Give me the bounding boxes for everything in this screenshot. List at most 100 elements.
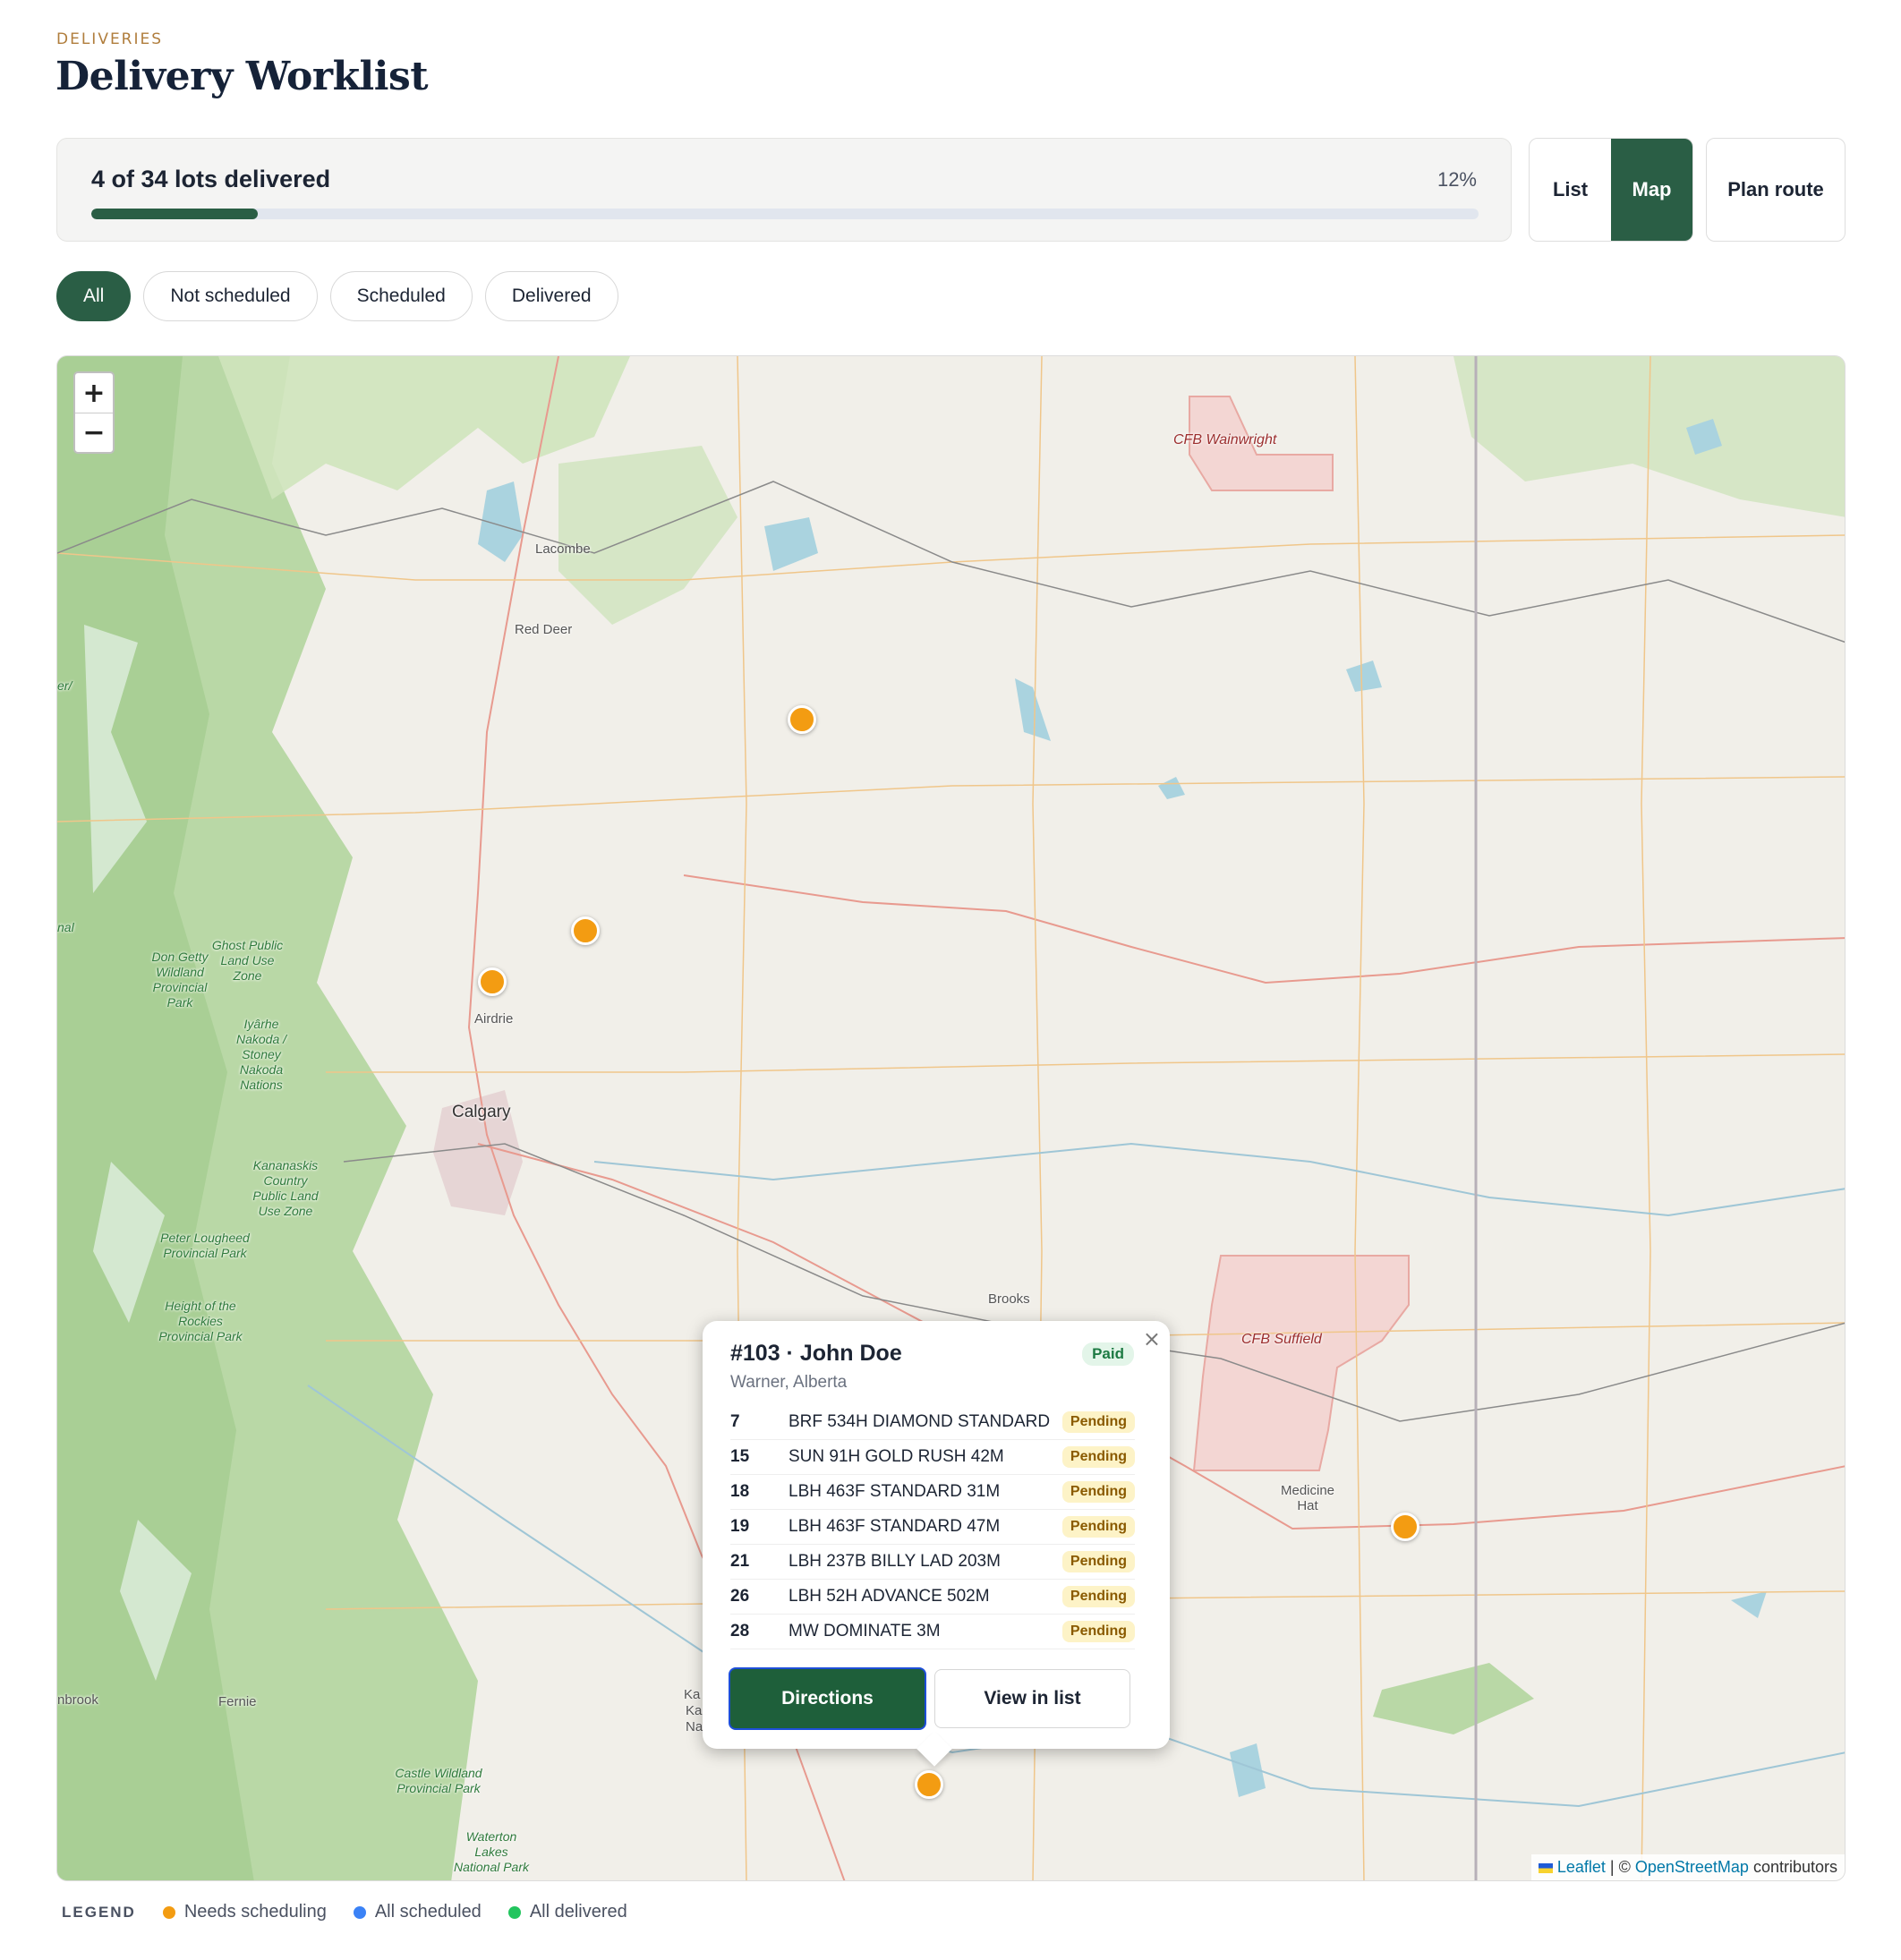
- place-label: Medicine Hat: [1281, 1483, 1335, 1513]
- legend-label: Needs scheduling: [183, 1902, 327, 1922]
- payment-badge: Paid: [1082, 1342, 1134, 1366]
- place-label: nal: [57, 920, 74, 934]
- place-label: Waterton Lakes National Park: [453, 1829, 530, 1874]
- lot-row: 26 LBH 52H ADVANCE 502M Pending: [730, 1580, 1135, 1615]
- place-label: Kananaskis Country Public Land Use Zone: [252, 1158, 319, 1218]
- lot-row: 28 MW DOMINATE 3M Pending: [730, 1615, 1135, 1649]
- lot-name: LBH 463F STANDARD 47M: [789, 1517, 1001, 1536]
- list-view-button[interactable]: List: [1530, 139, 1611, 241]
- lot-list: 7 BRF 534H DIAMOND STANDARD Pending 15 S…: [730, 1405, 1135, 1649]
- plan-route-button[interactable]: Plan route: [1706, 138, 1846, 242]
- status-badge: Pending: [1061, 1551, 1135, 1572]
- filter-all[interactable]: All: [56, 271, 132, 321]
- filter-not-scheduled[interactable]: Not scheduled: [143, 271, 318, 321]
- place-label: Brooks: [988, 1291, 1030, 1307]
- lot-row: 7 BRF 534H DIAMOND STANDARD Pending: [730, 1405, 1135, 1440]
- lot-name: SUN 91H GOLD RUSH 42M: [789, 1447, 1004, 1466]
- lot-number: 18: [730, 1482, 750, 1501]
- map-marker[interactable]: [571, 916, 600, 945]
- lot-name: LBH 237B BILLY LAD 203M: [789, 1552, 1001, 1571]
- place-label: Airdrie: [474, 1011, 514, 1027]
- map-popup: × #103 · John Doe Paid Warner, Alberta 7…: [703, 1321, 1170, 1767]
- lot-number: 19: [730, 1517, 750, 1536]
- green-dot-icon: [507, 1905, 521, 1919]
- eyebrow-label: DELIVERIES: [56, 30, 164, 48]
- lot-number: 28: [730, 1622, 750, 1640]
- legend-item: All delivered: [507, 1902, 627, 1922]
- view-in-list-button[interactable]: View in list: [934, 1669, 1130, 1728]
- legend-label: All delivered: [529, 1902, 627, 1922]
- directions-button[interactable]: Directions: [729, 1667, 926, 1730]
- popup-title: #103 · John Doe: [730, 1341, 902, 1366]
- lot-name: LBH 463F STANDARD 31M: [789, 1482, 1001, 1501]
- map-view-button[interactable]: Map: [1611, 139, 1692, 241]
- filter-chips: All Not scheduled Scheduled Delivered: [56, 271, 618, 321]
- status-badge: Pending: [1061, 1586, 1135, 1607]
- lot-number: 21: [730, 1552, 750, 1571]
- orange-dot-icon: [162, 1905, 175, 1919]
- progress-label: 4 of 34 lots delivered: [91, 166, 331, 192]
- lot-number: 26: [730, 1587, 750, 1606]
- close-icon[interactable]: ×: [1143, 1326, 1161, 1351]
- status-badge: Pending: [1061, 1516, 1135, 1538]
- place-label: Iyârhe Nakoda / Stoney Nakoda Nations: [235, 1017, 287, 1092]
- status-badge: Pending: [1061, 1411, 1135, 1433]
- lot-row: 19 LBH 463F STANDARD 47M Pending: [730, 1510, 1135, 1545]
- status-badge: Pending: [1061, 1481, 1135, 1503]
- leaflet-link[interactable]: Leaflet: [1557, 1858, 1606, 1876]
- place-label: Ka: [686, 1703, 703, 1718]
- view-toggle: List Map: [1529, 138, 1693, 242]
- filter-scheduled[interactable]: Scheduled: [329, 271, 473, 321]
- place-label: Castle Wildland Provincial Park: [395, 1766, 482, 1795]
- place-label: Lacombe: [535, 541, 591, 557]
- place-label: Red Deer: [515, 622, 573, 637]
- map-marker[interactable]: [915, 1770, 943, 1799]
- place-label: Ghost Public Land Use Zone: [211, 938, 284, 983]
- progress-card: 4 of 34 lots delivered 12%: [56, 138, 1512, 242]
- blue-dot-icon: [353, 1905, 366, 1919]
- zoom-control: + −: [73, 371, 115, 454]
- popup-location: Warner, Alberta: [730, 1373, 848, 1392]
- place-label: nbrook: [57, 1692, 98, 1708]
- place-label: Height of the Rockies Provincial Park: [158, 1299, 243, 1343]
- map-marker[interactable]: [478, 967, 507, 996]
- place-label: er/: [57, 678, 72, 693]
- place-label: Fernie: [218, 1694, 257, 1709]
- lot-number: 15: [730, 1447, 750, 1466]
- map-attribution: Leaflet | © OpenStreetMap contributors: [1530, 1854, 1845, 1880]
- progress-bar: [91, 209, 1479, 219]
- lot-name: MW DOMINATE 3M: [789, 1622, 941, 1640]
- map-marker[interactable]: [788, 705, 816, 734]
- map-marker[interactable]: [1391, 1513, 1419, 1541]
- status-badge: Pending: [1061, 1446, 1135, 1468]
- place-label: CFB Wainwright: [1173, 432, 1277, 447]
- legend-title: LEGEND: [62, 1903, 136, 1921]
- place-label: CFB Suffield: [1241, 1332, 1322, 1347]
- progress-fill: [91, 209, 258, 219]
- map-legend: LEGEND Needs scheduling All scheduled Al…: [62, 1902, 627, 1922]
- attribution-suffix: contributors: [1752, 1858, 1837, 1876]
- lot-name: LBH 52H ADVANCE 502M: [789, 1587, 990, 1606]
- zoom-in-button[interactable]: +: [75, 373, 113, 413]
- filter-delivered[interactable]: Delivered: [484, 271, 618, 321]
- lot-name: BRF 534H DIAMOND STANDARD: [789, 1412, 1051, 1431]
- map[interactable]: + − Lacombe Red Deer Airdrie Calgary Bro…: [56, 355, 1846, 1881]
- attribution-separator: | ©: [1609, 1858, 1631, 1876]
- zoom-out-button[interactable]: −: [75, 413, 113, 452]
- status-badge: Pending: [1061, 1621, 1135, 1642]
- lot-row: 18 LBH 463F STANDARD 31M Pending: [730, 1475, 1135, 1510]
- legend-label: All scheduled: [374, 1902, 482, 1922]
- page-title: Delivery Worklist: [55, 54, 429, 99]
- progress-percent: 12%: [1436, 168, 1477, 191]
- place-label: Na: [686, 1719, 703, 1734]
- place-label: Calgary: [452, 1103, 511, 1121]
- legend-item: Needs scheduling: [162, 1902, 327, 1922]
- osm-link[interactable]: OpenStreetMap: [1635, 1858, 1749, 1876]
- place-label: Peter Lougheed Provincial Park: [160, 1231, 250, 1260]
- flag-icon: [1538, 1862, 1553, 1873]
- lot-row: 15 SUN 91H GOLD RUSH 42M Pending: [730, 1440, 1135, 1475]
- legend-item: All scheduled: [353, 1902, 482, 1922]
- place-label: Ka: [684, 1687, 701, 1702]
- lot-row: 21 LBH 237B BILLY LAD 203M Pending: [730, 1545, 1135, 1580]
- lot-number: 7: [730, 1412, 740, 1431]
